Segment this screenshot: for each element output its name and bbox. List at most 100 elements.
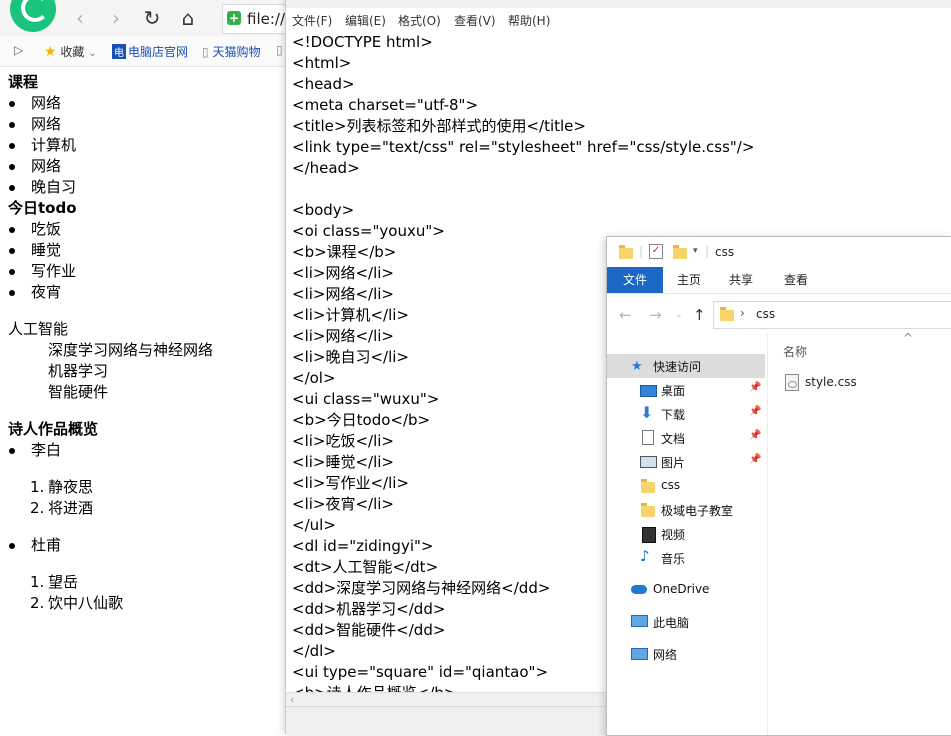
nav-item-label: 文档	[661, 432, 686, 446]
star-icon: ★	[631, 359, 643, 374]
address-bar[interactable]: + file:///	[222, 4, 293, 34]
dl-definition: 智能硬件	[48, 383, 109, 401]
back-arrow-icon[interactable]: ←	[619, 306, 632, 324]
nav-item-jiyu[interactable]: 极域电子教室	[607, 498, 765, 522]
poet-item: 杜甫	[8, 535, 288, 556]
forward-icon[interactable]: ›	[104, 6, 128, 30]
poem-item: 1. 望岳	[8, 572, 288, 593]
tab-file[interactable]: 文件	[607, 267, 663, 293]
pin-icon[interactable]: 📌	[749, 382, 761, 393]
file-name: style.css	[805, 375, 857, 389]
code-line: <meta charset="utf-8">	[292, 96, 479, 114]
download-icon: ⬇	[640, 403, 654, 422]
nav-item-quick-access[interactable]: ★ 快速访问	[607, 354, 765, 378]
nav-item-css[interactable]: css	[607, 474, 765, 498]
list-item: 计算机	[8, 135, 288, 156]
menu-help[interactable]: 帮助(H)	[508, 12, 550, 29]
address-row: ← → ⌄ ↑ › css	[607, 297, 951, 331]
nav-item-pictures[interactable]: 图片 📌	[607, 450, 765, 474]
nav-item-this-pc[interactable]: 此电脑	[607, 610, 765, 634]
nav-item-label: css	[661, 478, 681, 492]
explorer-address-bar[interactable]: › css	[713, 301, 951, 329]
explorer-titlebar[interactable]: | ✓ ▾ | css	[607, 237, 951, 267]
properties-icon[interactable]: ✓	[649, 244, 663, 259]
tab-share[interactable]: 共享	[723, 267, 759, 293]
chevron-down-icon: ⌄	[88, 48, 97, 59]
menu-format[interactable]: 格式(O)	[398, 12, 441, 29]
bookmark-tmall[interactable]: ▯ 天猫购物	[202, 43, 260, 60]
code-line: <link type="text/css" rel="stylesheet" h…	[292, 138, 755, 156]
dl-term: 人工智能	[8, 320, 69, 338]
list-item: 夜宵	[8, 282, 288, 303]
nav-item-onedrive[interactable]: OneDrive	[607, 578, 765, 602]
breadcrumb-css[interactable]: css	[756, 307, 775, 321]
nav-item-desktop[interactable]: 桌面 📌	[607, 378, 765, 402]
home-icon[interactable]: ⌂	[176, 6, 200, 30]
bookmark-diannaodian[interactable]: 电电脑店官网	[112, 43, 188, 60]
poem-title: 望岳	[48, 573, 79, 591]
nav-item-network[interactable]: 网络	[607, 642, 765, 666]
list-item: 网络	[8, 156, 288, 177]
window-title: css	[715, 245, 735, 259]
css-file-icon	[785, 374, 799, 391]
pane-splitter[interactable]	[767, 333, 768, 735]
nav-item-label: 视频	[661, 528, 686, 542]
page-icon[interactable]: ▯	[276, 43, 283, 57]
nav-item-downloads[interactable]: ⬇ 下载 📌	[607, 402, 765, 426]
sort-ascending-icon: ^	[903, 331, 914, 345]
pin-icon[interactable]: 📌	[749, 430, 761, 441]
pin-icon[interactable]: 📌	[749, 406, 761, 417]
menu-edit[interactable]: 编辑(E)	[345, 12, 386, 29]
ribbon: 文件 主页 共享 查看	[607, 267, 951, 294]
list-item: 网络	[8, 93, 288, 114]
poem-item: 1. 静夜思	[8, 477, 288, 498]
menu-file[interactable]: 文件(F)	[292, 12, 332, 29]
bookmark-label: 天猫购物	[212, 45, 261, 59]
ul-heading: 今日todo	[8, 199, 77, 217]
recent-dropdown-icon[interactable]: ⌄	[675, 310, 683, 320]
forward-arrow-icon[interactable]: →	[649, 306, 662, 324]
refresh-icon[interactable]: ↻	[140, 6, 164, 30]
scroll-left-icon[interactable]: ‹	[290, 693, 294, 706]
poem-number: 2.	[30, 499, 45, 517]
list-item: 写作业	[8, 261, 288, 282]
tab-home[interactable]: 主页	[671, 267, 707, 293]
notepad-statusbar	[286, 706, 606, 735]
nav-item-documents[interactable]: 文档 📌	[607, 426, 765, 450]
page-icon: ▯	[202, 45, 209, 59]
code-line: <head>	[292, 75, 355, 93]
nav-item-music[interactable]: ♪ 音乐	[607, 546, 765, 570]
quick-access-dropdown-icon[interactable]: ▾	[693, 246, 698, 256]
poem-number: 1.	[30, 478, 45, 496]
back-icon[interactable]: ‹	[68, 6, 92, 30]
nav-item-label: 网络	[653, 648, 678, 662]
pin-icon[interactable]: 📌	[749, 454, 761, 465]
bookmark-favorites[interactable]: ★ 收藏 ⌄	[44, 43, 97, 60]
navigation-pane: ★ 快速访问 桌面 📌 ⬇ 下载 📌 文档 📌 图片 📌 css 极域电子教室 …	[607, 347, 767, 735]
poet-item: 李白	[8, 440, 288, 461]
poem-title: 饮中八仙歌	[48, 594, 124, 612]
nested-heading: 诗人作品概览	[8, 420, 99, 438]
desktop-icon	[640, 385, 657, 397]
up-arrow-icon[interactable]: ↑	[693, 306, 706, 324]
star-icon: ★	[44, 44, 57, 60]
folder-icon	[720, 307, 734, 321]
nav-item-label: 快速访问	[653, 360, 702, 374]
music-icon: ♪	[640, 547, 650, 565]
list-item: 睡觉	[8, 240, 288, 261]
sidebar-toggle-icon[interactable]: ▷	[14, 43, 23, 57]
nav-item-videos[interactable]: 视频	[607, 522, 765, 546]
horizontal-scrollbar[interactable]: ‹	[286, 692, 606, 707]
security-shield-icon: +	[227, 11, 241, 25]
new-folder-icon[interactable]	[673, 245, 687, 259]
nav-item-label: 音乐	[661, 552, 686, 566]
code-line: <body>	[292, 201, 355, 219]
notepad-titlebar[interactable]	[286, 0, 951, 8]
menu-view[interactable]: 查看(V)	[454, 12, 496, 29]
picture-icon	[640, 456, 657, 468]
site-icon: 电	[112, 44, 126, 59]
tab-view[interactable]: 查看	[778, 267, 814, 293]
browser-logo-icon	[10, 0, 56, 32]
column-header-name[interactable]: 名称	[783, 343, 807, 360]
cloud-icon	[631, 585, 647, 594]
